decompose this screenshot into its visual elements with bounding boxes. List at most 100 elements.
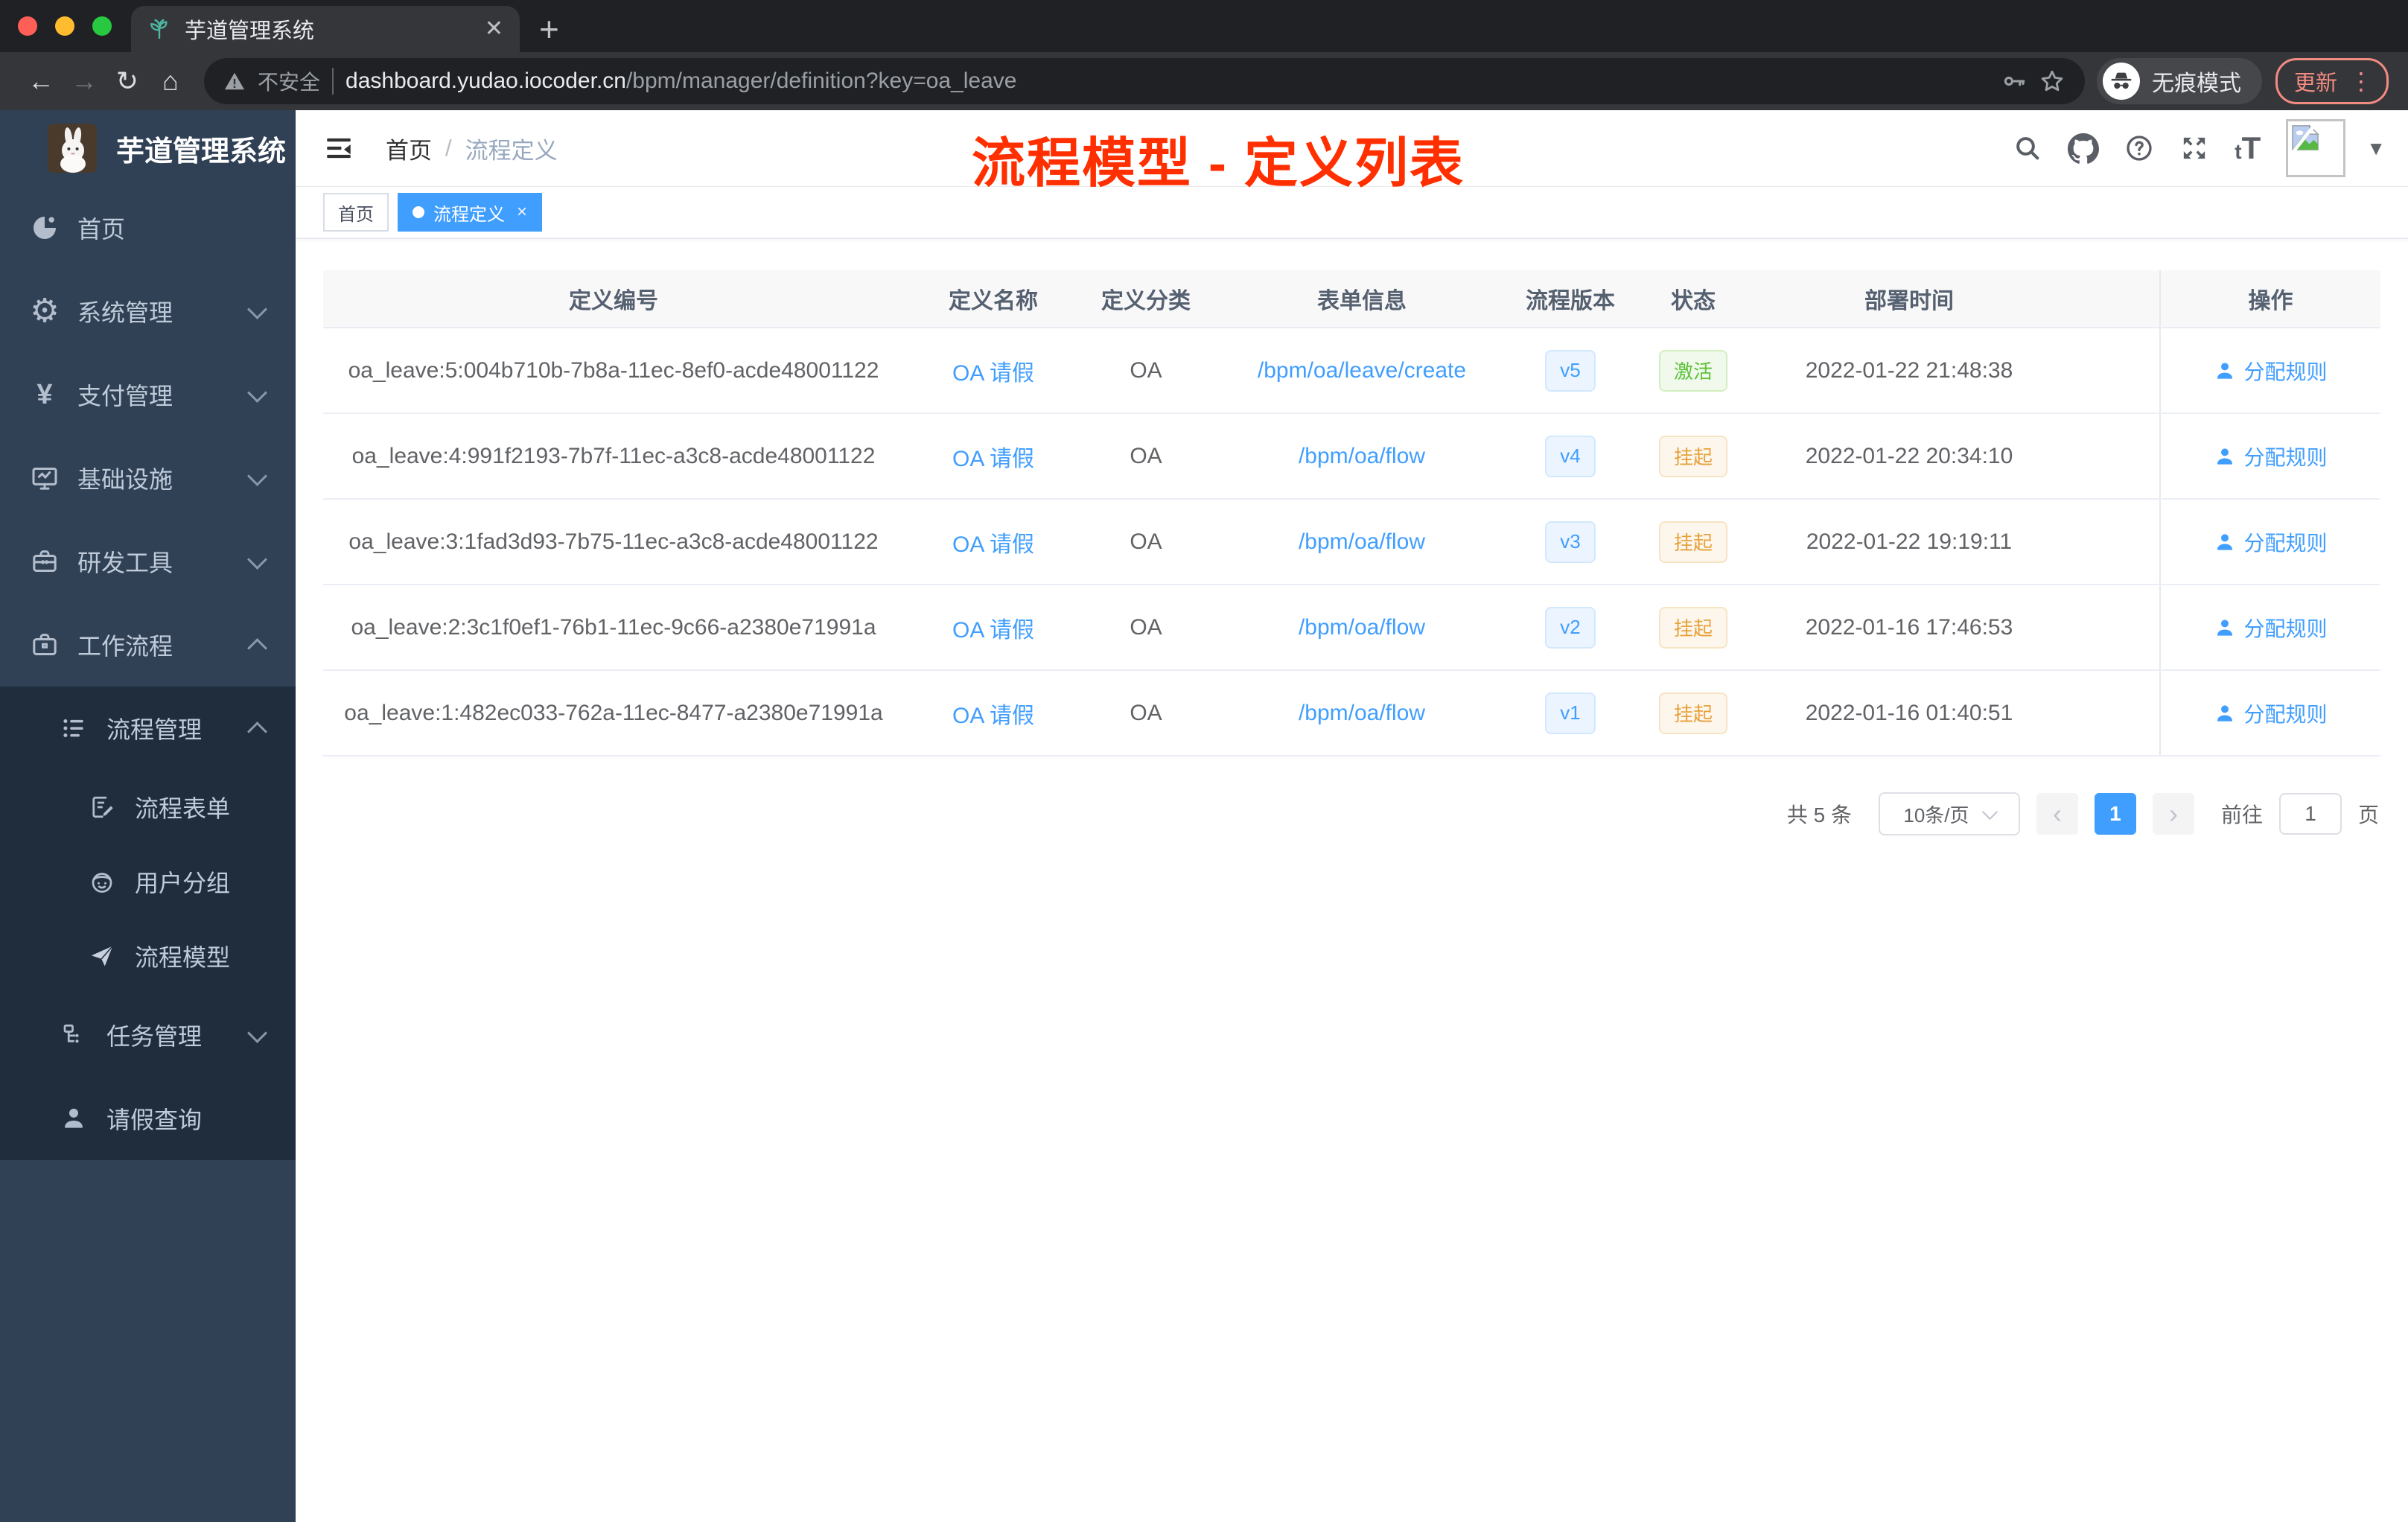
assign-rule-button[interactable]: 分配规则 (2214, 613, 2328, 643)
sidebar-item-process-mgmt[interactable]: 流程管理 (0, 687, 296, 770)
definition-name-link[interactable]: OA 请假 (952, 440, 1034, 473)
new-tab-button[interactable]: + (539, 12, 559, 46)
briefcase-icon (28, 630, 61, 660)
table-row: oa_leave:2:3c1f0ef1-76b1-11ec-9c66-a2380… (323, 585, 2380, 671)
favicon-seedling-icon (147, 17, 171, 41)
incognito-icon (2102, 63, 2140, 100)
home-button[interactable]: ⌂ (149, 60, 192, 103)
current-page-button[interactable]: 1 (2094, 793, 2136, 835)
search-icon[interactable] (2013, 133, 2042, 163)
font-size-icon[interactable]: tT (2235, 130, 2261, 166)
status-badge: 激活 (1658, 349, 1727, 392)
version-badge: v2 (1545, 606, 1596, 649)
security-label[interactable]: 不安全 (258, 66, 320, 96)
status-badge: 挂起 (1658, 520, 1727, 563)
sidebar-item-label: 任务管理 (106, 1023, 203, 1050)
address-bar[interactable]: 不安全 dashboard.yudao.iocoder.cn/bpm/manag… (204, 58, 2085, 104)
assign-rule-button[interactable]: 分配规则 (2214, 356, 2328, 386)
cell-definition-id: oa_leave:2:3c1f0ef1-76b1-11ec-9c66-a2380… (351, 614, 876, 640)
avatar[interactable] (2286, 119, 2346, 177)
form-info-link[interactable]: /bpm/oa/flow (1299, 701, 1425, 726)
chevron-down-icon (1981, 803, 1998, 820)
sidebar-item-leave-query[interactable]: 请假查询 (0, 1077, 296, 1160)
assign-rule-button[interactable]: 分配规则 (2214, 698, 2328, 728)
tag-close-icon[interactable]: × (517, 202, 527, 223)
forward-button[interactable]: → (63, 60, 106, 103)
cell-deploy-time: 2022-01-22 20:34:10 (1805, 443, 2013, 468)
github-icon[interactable] (2068, 133, 2100, 164)
back-button[interactable]: ← (19, 60, 63, 103)
tab-close-icon[interactable]: ✕ (485, 18, 503, 40)
sidebar-item-workflow[interactable]: 工作流程 (0, 603, 296, 687)
sidebar-item-user-group[interactable]: 用户分组 (0, 844, 296, 919)
tag-process-definition[interactable]: 流程定义 × (398, 193, 543, 232)
column-header: 表单信息 (1317, 289, 1407, 313)
gear-icon: ⚙ (30, 293, 60, 329)
page-content: 定义编号 定义名称 定义分类 表单信息 流程版本 状态 部署时间 操作 oa_l… (296, 239, 2408, 1522)
breadcrumb-home[interactable]: 首页 (386, 132, 432, 165)
cell-definition-id: oa_leave:3:1fad3d93-7b75-11ec-a3c8-acde4… (348, 529, 879, 554)
user-icon (2217, 533, 2233, 550)
tag-home[interactable]: 首页 (323, 193, 389, 232)
sidebar-item-devtools[interactable]: 研发工具 (0, 520, 296, 603)
status-badge: 挂起 (1658, 606, 1727, 649)
next-page-button[interactable]: › (2152, 793, 2194, 835)
main-area: 流程模型 - 定义列表 首页 / 流程定义 t T ▼ 首页 流程定义 × 定义… (296, 110, 2408, 1522)
sidebar-item-process-form[interactable]: 流程表单 (0, 770, 296, 844)
sidebar-collapse-icon[interactable] (323, 133, 354, 164)
form-info-link[interactable]: /bpm/oa/flow (1299, 529, 1425, 555)
form-info-link[interactable]: /bpm/oa/leave/create (1258, 358, 1466, 383)
prev-page-button[interactable]: ‹ (2036, 793, 2078, 835)
help-icon[interactable] (2124, 133, 2154, 163)
avatar-caret-icon[interactable]: ▼ (2366, 137, 2386, 160)
column-header: 定义名称 (949, 289, 1038, 313)
browser-menu-update-button[interactable]: 更新 ⋮ (2275, 58, 2389, 104)
sidebar-item-process-model[interactable]: 流程模型 (0, 919, 296, 993)
dashboard-icon (28, 213, 61, 243)
chevron-up-icon (247, 721, 267, 742)
form-info-link[interactable]: /bpm/oa/flow (1299, 444, 1425, 469)
sidebar-item-home[interactable]: 首页 (0, 186, 296, 270)
sidebar-item-label: 用户分组 (135, 870, 231, 897)
kebab-menu-icon[interactable]: ⋮ (2349, 69, 2373, 93)
url-domain: dashboard.yudao.iocoder.cn (345, 69, 626, 93)
version-badge: v5 (1545, 349, 1596, 392)
user-icon (2217, 448, 2233, 465)
sidebar-item-label: 流程表单 (135, 795, 231, 822)
form-info-link[interactable]: /bpm/oa/flow (1299, 615, 1425, 640)
browser-tab[interactable]: 芋道管理系统 ✕ (131, 6, 520, 52)
goto-page-input[interactable] (2278, 793, 2342, 835)
minimize-window-button[interactable] (55, 16, 74, 36)
sidebar-item-label: 工作流程 (77, 633, 173, 660)
page-unit-label: 页 (2357, 803, 2379, 827)
assign-rule-button[interactable]: 分配规则 (2214, 527, 2328, 557)
sidebar-item-infra[interactable]: 基础设施 (0, 436, 296, 520)
zoom-window-button[interactable] (92, 16, 112, 36)
cell-filler (2058, 585, 2159, 669)
definition-name-link[interactable]: OA 请假 (952, 526, 1034, 558)
toolbox-icon (28, 547, 61, 576)
close-window-button[interactable] (18, 16, 37, 36)
assign-rule-button[interactable]: 分配规则 (2214, 442, 2328, 471)
definition-name-link[interactable]: OA 请假 (952, 354, 1034, 387)
table-header-row: 定义编号 定义名称 定义分类 表单信息 流程版本 状态 部署时间 操作 (323, 270, 2380, 328)
update-label: 更新 (2293, 71, 2337, 95)
url-path: /bpm/manager/definition?key=oa_leave (625, 69, 1017, 93)
reload-button[interactable]: ↻ (106, 60, 149, 103)
user-icon (57, 1104, 90, 1133)
tab-title: 芋道管理系统 (185, 19, 315, 43)
sidebar-item-payment[interactable]: ¥ 支付管理 (0, 353, 296, 436)
definition-name-link[interactable]: OA 请假 (952, 697, 1034, 730)
password-key-icon[interactable] (2001, 69, 2027, 94)
sidebar-item-task-mgmt[interactable]: 任务管理 (0, 993, 296, 1077)
bookmark-star-icon[interactable] (2039, 68, 2065, 95)
navbar-actions: tT ▼ (2013, 119, 2386, 177)
page-size-select[interactable]: 10条/页 (1878, 792, 2020, 835)
chevron-down-icon (247, 299, 267, 319)
status-badge: 挂起 (1658, 692, 1727, 734)
definition-name-link[interactable]: OA 请假 (952, 611, 1034, 644)
sidebar-item-system[interactable]: ⚙ 系统管理 (0, 270, 296, 353)
table-row: oa_leave:1:482ec033-762a-11ec-8477-a2380… (323, 671, 2380, 757)
table-row: oa_leave:5:004b710b-7b8a-11ec-8ef0-acde4… (323, 328, 2380, 414)
fullscreen-icon[interactable] (2179, 133, 2209, 163)
